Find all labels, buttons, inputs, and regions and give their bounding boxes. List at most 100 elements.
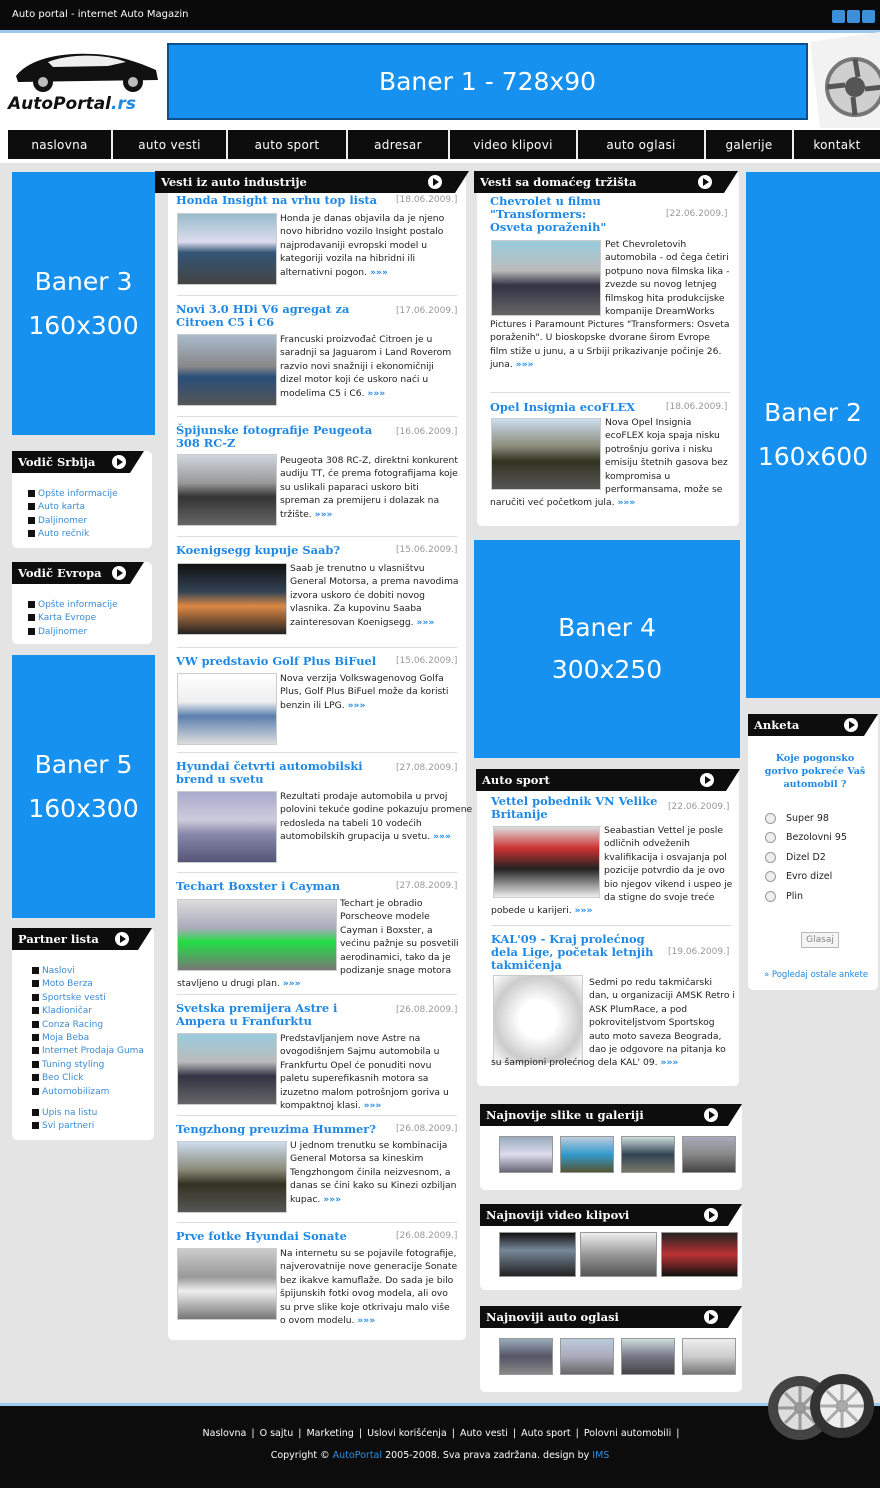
arrow-right-icon[interactable] — [115, 932, 129, 946]
nav-kontakt[interactable]: kontakt — [794, 130, 880, 159]
arrow-right-icon[interactable] — [704, 1108, 718, 1122]
radio-button[interactable] — [765, 891, 776, 902]
nav-auto-vesti[interactable]: auto vesti — [113, 130, 228, 159]
footer-link-marketing[interactable]: Marketing — [306, 1428, 353, 1439]
article-image[interactable] — [177, 563, 287, 635]
list-item[interactable]: Conza Racing — [32, 1019, 144, 1032]
arrow-right-icon[interactable] — [698, 175, 712, 189]
footer-link-polovni[interactable]: Polovni automobili — [584, 1428, 671, 1439]
article-title[interactable]: Novi 3.0 HDi V6 agregat za Citroen C5 i … — [176, 303, 381, 329]
article-title[interactable]: VW predstavio Golf Plus BiFuel — [176, 655, 391, 668]
article-title[interactable]: Hyundai četvrti automobilski brend u sve… — [176, 760, 381, 786]
banner-2[interactable]: Baner 2 160x600 — [746, 172, 880, 698]
list-item[interactable]: Moja Beba — [32, 1032, 144, 1045]
read-more-link[interactable]: »»» — [357, 1315, 375, 1326]
article-title[interactable]: Svetska premijera Astre i Ampera u Franf… — [176, 1002, 381, 1028]
video-thumbnail[interactable] — [661, 1232, 738, 1277]
article-image[interactable] — [177, 213, 277, 285]
banner-5[interactable]: Baner 5 160x300 — [12, 655, 155, 918]
svi-partneri-link[interactable]: Svi partneri — [32, 1120, 144, 1133]
article-image[interactable] — [177, 1141, 287, 1213]
read-more-link[interactable]: »»» — [323, 1194, 341, 1205]
read-more-link[interactable]: »»» — [417, 617, 435, 628]
article-image[interactable] — [177, 454, 277, 526]
nav-adresar[interactable]: adresar — [348, 130, 450, 159]
article-image[interactable] — [177, 1248, 277, 1320]
list-item[interactable]: Daljinomer — [28, 626, 118, 639]
article-title[interactable]: Opel Insignia ecoFLEX — [490, 401, 670, 414]
arrow-right-icon[interactable] — [112, 566, 126, 580]
arrow-right-icon[interactable] — [704, 1208, 718, 1222]
list-item[interactable]: Opšte informacije — [28, 599, 118, 612]
list-item[interactable]: Kladioničar — [32, 1005, 144, 1018]
article-image[interactable] — [493, 826, 600, 898]
list-item[interactable]: Karta Evrope — [28, 612, 118, 625]
ad-thumbnail[interactable] — [621, 1338, 675, 1375]
nav-galerije[interactable]: galerije — [706, 130, 794, 159]
article-image[interactable] — [177, 791, 277, 863]
gallery-thumbnail[interactable] — [499, 1136, 553, 1173]
read-more-link[interactable]: »»» — [575, 905, 593, 916]
article-title[interactable]: KAL'09 - Kraj prolećnog dela Lige, počet… — [491, 933, 666, 972]
list-item[interactable]: Sportske vesti — [32, 992, 144, 1005]
read-more-link[interactable]: »»» — [370, 267, 388, 278]
vote-button[interactable]: Glasaj — [801, 932, 839, 948]
arrow-right-icon[interactable] — [844, 718, 858, 732]
read-more-link[interactable]: »»» — [367, 388, 385, 399]
ad-thumbnail[interactable] — [499, 1338, 553, 1375]
footer-link-uslovi[interactable]: Uslovi korišćenja — [367, 1428, 447, 1439]
arrow-right-icon[interactable] — [700, 773, 714, 787]
nav-auto-sport[interactable]: auto sport — [228, 130, 348, 159]
poll-option[interactable]: Super 98 — [765, 813, 829, 824]
other-polls-link[interactable]: » Pogledaj ostale ankete — [764, 970, 868, 980]
list-item[interactable]: Naslovi — [32, 965, 144, 978]
rss-icon[interactable] — [832, 10, 845, 23]
read-more-link[interactable]: »»» — [516, 359, 534, 370]
arrow-right-icon[interactable] — [112, 455, 126, 469]
read-more-link[interactable]: »»» — [348, 700, 366, 711]
list-item[interactable]: Beo Click — [32, 1072, 144, 1085]
article-image[interactable] — [491, 240, 601, 316]
article-image[interactable] — [177, 673, 277, 745]
radio-button[interactable] — [765, 852, 776, 863]
read-more-link[interactable]: »»» — [661, 1057, 679, 1068]
gallery-thumbnail[interactable] — [560, 1136, 614, 1173]
ad-thumbnail[interactable] — [560, 1338, 614, 1375]
list-item[interactable]: Opšte informacije — [28, 488, 118, 501]
article-title[interactable]: Techart Boxster i Cayman — [176, 880, 391, 893]
ad-thumbnail[interactable] — [682, 1338, 736, 1375]
home-icon[interactable] — [847, 10, 860, 23]
gallery-thumbnail[interactable] — [621, 1136, 675, 1173]
article-title[interactable]: Prve fotke Hyundai Sonate — [176, 1230, 391, 1243]
article-title[interactable]: Špijunske fotografije Peugeota 308 RC-Z — [176, 424, 381, 450]
banner-1[interactable]: Baner 1 - 728x90 — [167, 43, 808, 120]
article-title[interactable]: Chevrolet u filmu "Transformers: Osveta … — [490, 195, 630, 234]
nav-naslovna[interactable]: naslovna — [8, 130, 113, 159]
list-item[interactable]: Daljinomer — [28, 515, 118, 528]
poll-option[interactable]: Bezolovni 95 — [765, 832, 847, 843]
footer-link-auto-sport[interactable]: Auto sport — [521, 1428, 571, 1439]
upis-na-listu-link[interactable]: Upis na listu — [32, 1107, 144, 1120]
poll-option[interactable]: Plin — [765, 891, 803, 902]
article-image[interactable] — [177, 334, 277, 406]
footer-link-o-sajtu[interactable]: O sajtu — [260, 1428, 294, 1439]
list-item[interactable]: Automobilizam — [32, 1086, 144, 1099]
mail-icon[interactable] — [862, 10, 875, 23]
footer-link-naslovna[interactable]: Naslovna — [203, 1428, 247, 1439]
article-title[interactable]: Tengzhong preuzima Hummer? — [176, 1123, 391, 1136]
list-item[interactable]: Tuning styling — [32, 1059, 144, 1072]
read-more-link[interactable]: »»» — [315, 509, 333, 520]
article-image[interactable] — [491, 418, 601, 490]
gallery-thumbnail[interactable] — [682, 1136, 736, 1173]
nav-video-klipovi[interactable]: video klipovi — [450, 130, 578, 159]
banner-4[interactable]: Baner 4 300x250 — [474, 540, 740, 758]
read-more-link[interactable]: »»» — [617, 497, 635, 508]
nav-auto-oglasi[interactable]: auto oglasi — [578, 130, 706, 159]
footer-link-auto-vesti[interactable]: Auto vesti — [460, 1428, 508, 1439]
article-image[interactable] — [177, 1033, 277, 1105]
read-more-link[interactable]: »»» — [433, 831, 451, 842]
list-item[interactable]: Auto karta — [28, 501, 118, 514]
designer-link[interactable]: IMS — [592, 1450, 609, 1461]
list-item[interactable]: Auto rečnik — [28, 528, 118, 541]
arrow-right-icon[interactable] — [704, 1310, 718, 1324]
